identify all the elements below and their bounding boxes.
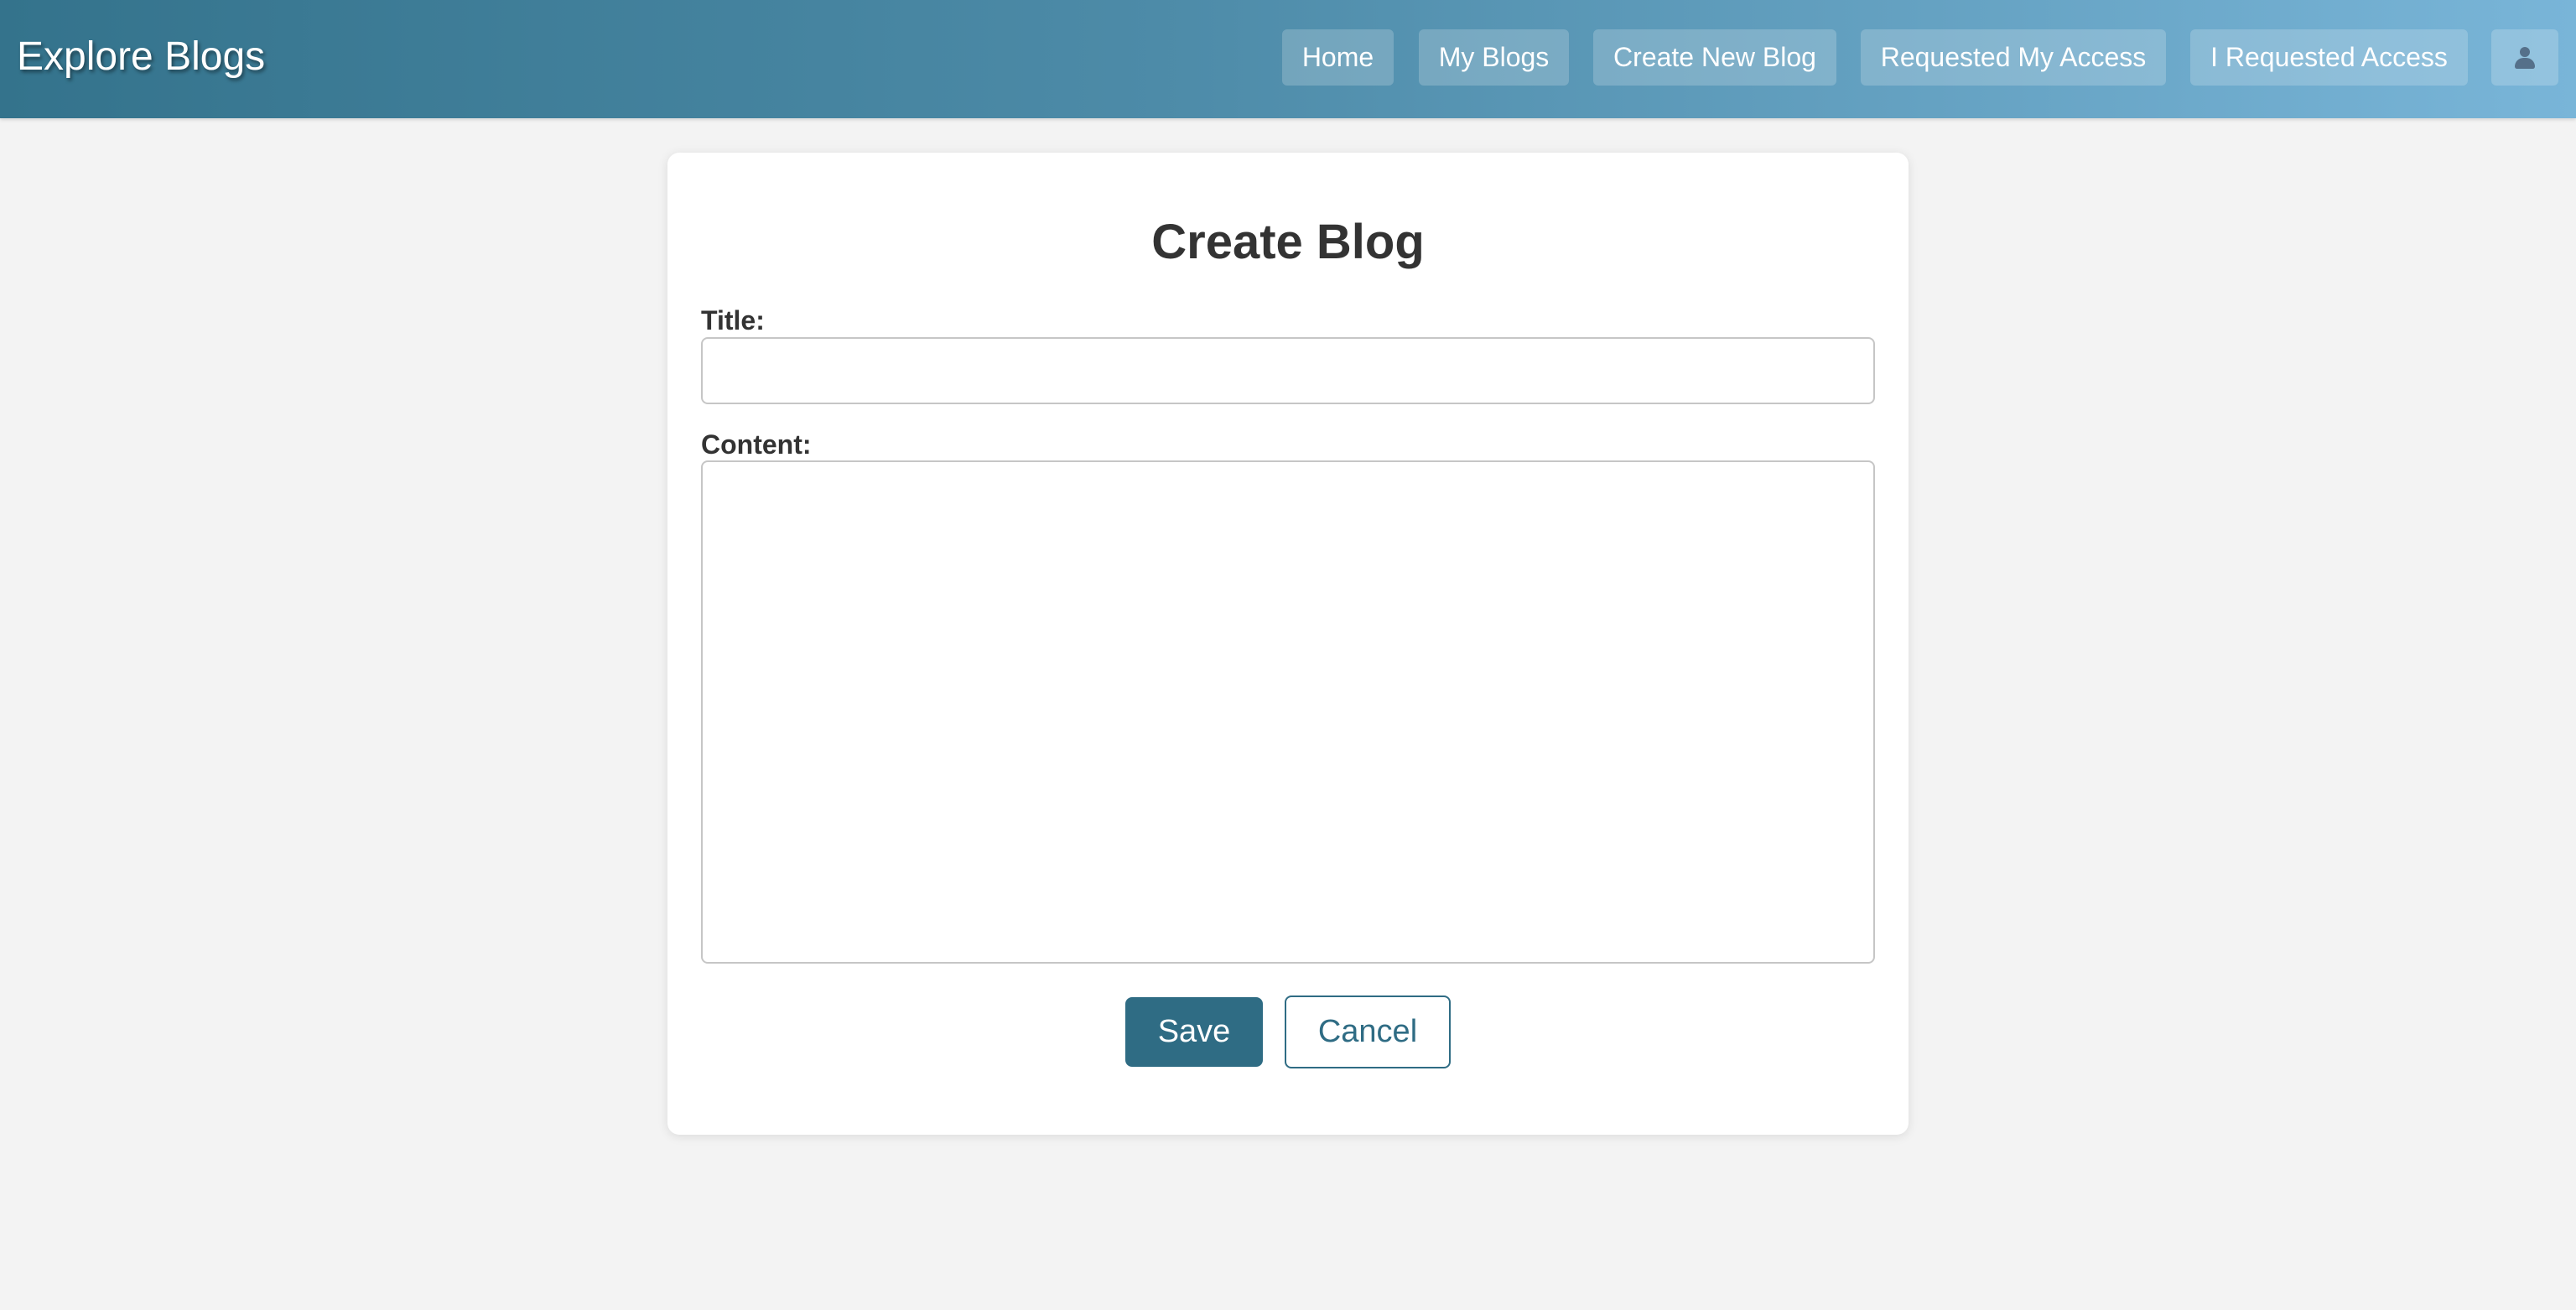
nav-create-new-blog-button[interactable]: Create New Blog (1593, 29, 1836, 86)
nav-my-blogs-button[interactable]: My Blogs (1419, 29, 1569, 86)
page-title: Create Blog (1151, 215, 1425, 269)
title-label: Title: (701, 305, 765, 335)
save-button[interactable]: Save (1125, 997, 1263, 1067)
cancel-button[interactable]: Cancel (1285, 995, 1451, 1068)
user-profile-button[interactable] (2491, 29, 2558, 86)
title-input[interactable] (701, 337, 1875, 404)
top-navbar: Explore Blogs Home My Blogs Create New B… (0, 0, 2576, 118)
brand-title[interactable]: Explore Blogs (17, 30, 265, 84)
nav-home-button[interactable]: Home (1282, 29, 1394, 86)
content-textarea[interactable] (701, 460, 1875, 964)
nav-requested-my-access-button[interactable]: Requested My Access (1861, 29, 2166, 86)
nav-i-requested-access-button[interactable]: I Requested Access (2190, 29, 2468, 86)
content-label: Content: (701, 429, 812, 460)
user-icon (2512, 45, 2537, 70)
create-blog-card: Create Blog Title: Content: Save Cancel (667, 153, 1909, 1135)
